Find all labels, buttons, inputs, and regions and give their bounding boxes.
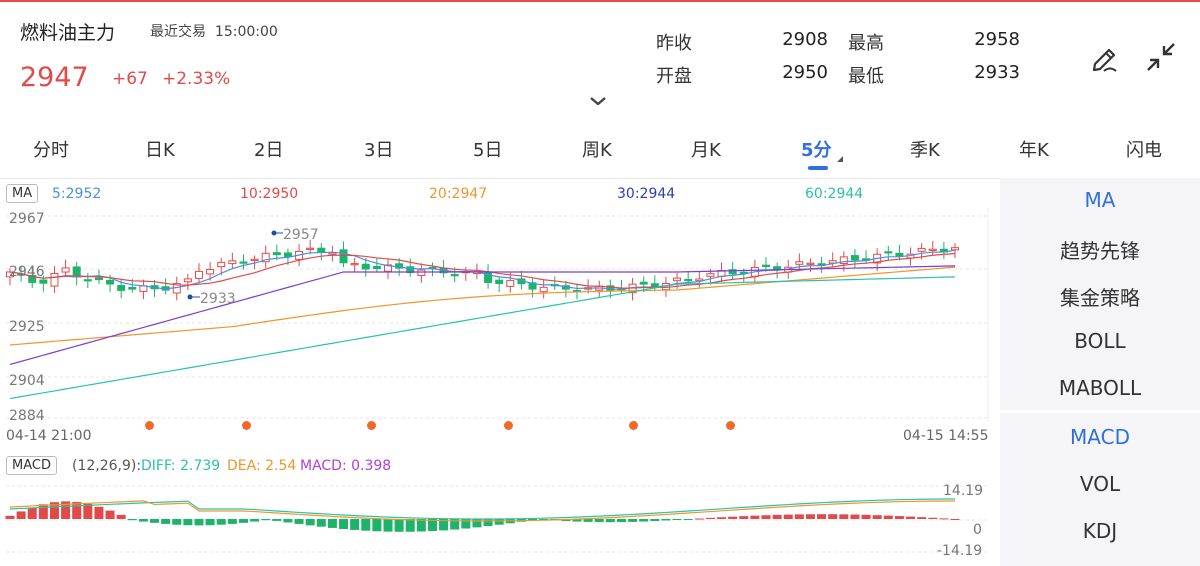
- prev-close-value: 2908: [782, 29, 828, 50]
- price-axis-label: 2946: [9, 264, 45, 280]
- macd-diff: DIFF: 2.739: [141, 458, 221, 474]
- tab-weekly-k[interactable]: 周K: [582, 136, 612, 162]
- recent-label: 最近交易: [150, 24, 206, 40]
- candlestick-chart[interactable]: [0, 204, 1000, 430]
- sidebar-item-maboll[interactable]: MABOLL: [1000, 376, 1200, 400]
- sidebar-item-ma[interactable]: MA: [1000, 188, 1200, 212]
- tab-flash[interactable]: 闪电: [1126, 136, 1162, 162]
- ma30-value: 30:2944: [617, 186, 676, 202]
- sidebar-item-boll[interactable]: BOLL: [1000, 329, 1200, 353]
- sidebar-item-kdj[interactable]: KDJ: [1000, 519, 1200, 543]
- macd-dea: DEA: 2.54: [227, 458, 297, 474]
- event-marker[interactable]: [726, 421, 735, 430]
- active-tab-indicator: [808, 166, 828, 170]
- price-axis-label: 2884: [9, 408, 45, 424]
- event-marker[interactable]: [242, 421, 251, 430]
- tab-monthly-k[interactable]: 月K: [691, 136, 721, 162]
- price-axis-label: 2904: [9, 373, 45, 389]
- sidebar-item-gold-strategy[interactable]: 集金策略: [1000, 282, 1200, 311]
- open-value: 2950: [782, 62, 828, 83]
- macd-indicator-chip[interactable]: MACD: [6, 456, 57, 475]
- sidebar-divider: [1000, 410, 1200, 413]
- event-marker[interactable]: [504, 421, 513, 430]
- sidebar-item-vol[interactable]: VOL: [1000, 472, 1200, 496]
- macd-value: MACD: 0.398: [300, 458, 392, 474]
- collapse-arrows-icon[interactable]: [1144, 40, 1178, 74]
- pen-icon[interactable]: [1088, 40, 1122, 74]
- open-label: 开盘: [656, 66, 692, 87]
- macd-axis-zero: 0: [973, 522, 982, 538]
- ma60-value: 60:2944: [805, 186, 864, 202]
- price-axis-label: 2925: [9, 319, 45, 335]
- tab-daily-k[interactable]: 日K: [145, 136, 175, 162]
- expand-chevron-icon[interactable]: [590, 97, 606, 105]
- ma10-value: 10:2950: [240, 186, 299, 202]
- time-axis-start: 04-14 21:00: [6, 428, 92, 444]
- macd-params: (12,26,9):: [72, 458, 142, 474]
- top-accent-line: [0, 0, 1200, 2]
- sidebar-item-trend-pioneer[interactable]: 趋势先锋: [1000, 235, 1200, 264]
- sidebar-item-macd[interactable]: MACD: [1000, 425, 1200, 449]
- high-annotation: 2957: [283, 227, 319, 243]
- ma-indicator-chip[interactable]: MA: [6, 184, 39, 203]
- divider: [0, 178, 1000, 179]
- prev-close-label: 昨收: [656, 33, 692, 54]
- tab-dropdown-icon[interactable]: [837, 156, 843, 162]
- price-change: +67: [112, 69, 148, 89]
- tab-3day[interactable]: 3日: [364, 136, 393, 162]
- tab-quarterly-k[interactable]: 季K: [910, 136, 940, 162]
- tab-2day[interactable]: 2日: [254, 136, 283, 162]
- tab-5min[interactable]: 5分: [801, 136, 832, 162]
- indicator-sidebar: MA 趋势先锋 集金策略 BOLL MABOLL MACD VOL KDJ: [1000, 178, 1200, 566]
- tab-yearly-k[interactable]: 年K: [1019, 136, 1049, 162]
- time-axis-end: 04-15 14:55: [903, 428, 989, 444]
- event-marker[interactable]: [367, 421, 376, 430]
- ma5-value: 5:2952: [52, 186, 102, 202]
- instrument-title: 燃料油主力: [20, 22, 116, 44]
- price-axis-label: 2967: [9, 211, 45, 227]
- tab-5day[interactable]: 5日: [473, 136, 502, 162]
- event-marker[interactable]: [145, 421, 154, 430]
- trade-time: 15:00:00: [214, 24, 278, 40]
- event-marker[interactable]: [629, 421, 638, 430]
- macd-chart[interactable]: [0, 478, 1000, 566]
- last-price: 2947: [20, 62, 89, 93]
- tab-intraday[interactable]: 分时: [33, 136, 69, 162]
- ma20-value: 20:2947: [429, 186, 488, 202]
- low-value: 2933: [974, 62, 1020, 83]
- recent-trade-time: 最近交易 15:00:00: [150, 21, 278, 41]
- macd-axis-top: 14.19: [943, 483, 984, 499]
- high-label: 最高: [848, 33, 884, 54]
- low-label: 最低: [848, 66, 884, 87]
- macd-axis-bottom: -14.19: [937, 543, 983, 559]
- price-change-percent: +2.33%: [162, 69, 231, 89]
- period-tabs: 分时 日K 2日 3日 5日 周K 月K 5分 季K 年K 闪电: [0, 128, 1200, 170]
- low-annotation: 2933: [200, 291, 236, 307]
- high-value: 2958: [974, 29, 1020, 50]
